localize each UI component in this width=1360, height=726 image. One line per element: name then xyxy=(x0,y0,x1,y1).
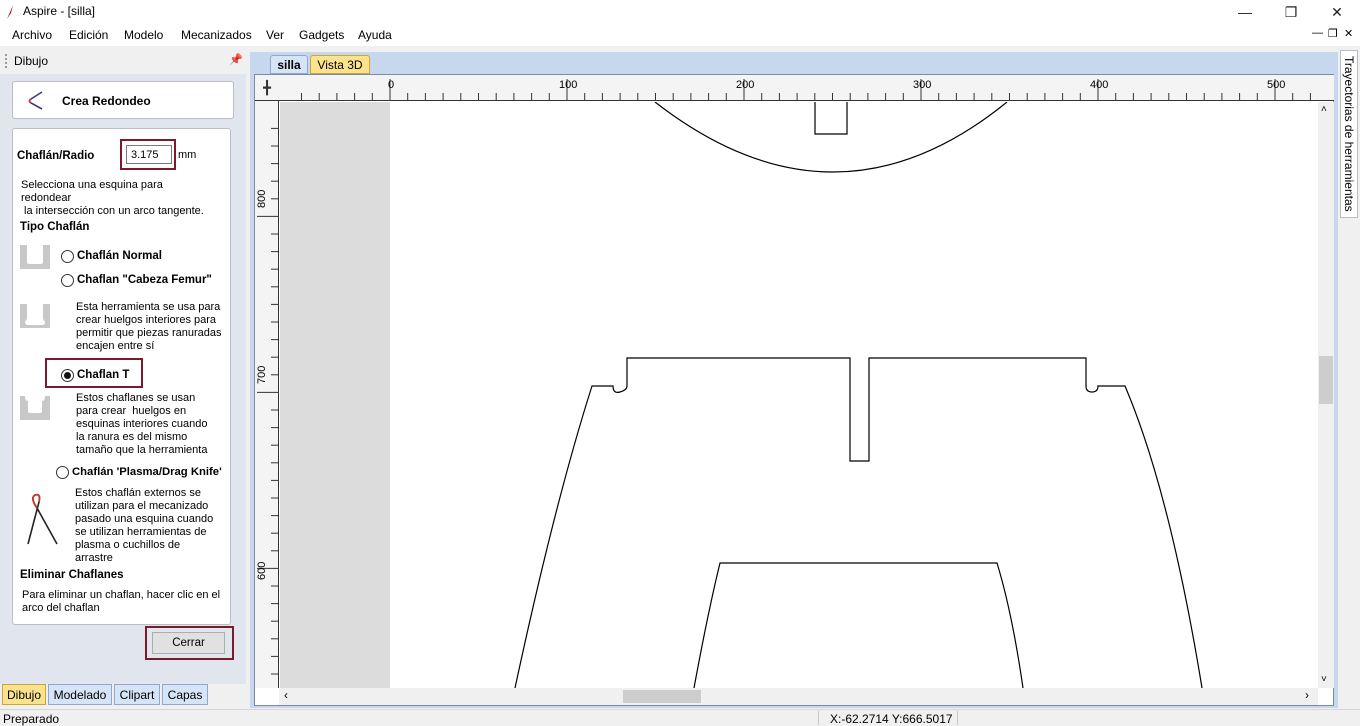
status-bar xyxy=(0,709,1360,726)
h-ruler-label-100: 100 xyxy=(559,79,578,91)
window-title: Aspire - [silla] xyxy=(23,4,96,18)
scroll-left-icon[interactable]: ‹ xyxy=(284,688,288,702)
toolpaths-side-tab-label[interactable]: Trayectorias de herramientas xyxy=(1342,56,1356,212)
maximize-button[interactable]: ❐ xyxy=(1268,0,1314,24)
tool-title: Crea Redondeo xyxy=(62,94,151,108)
option-femur-label[interactable]: Chaflan "Cabeza Femur" xyxy=(77,274,212,286)
remove-desc-2: arco del chaflan xyxy=(22,602,100,614)
t-desc-4: la ranura es del mismo xyxy=(76,431,188,443)
v-ruler-label-700: 700 xyxy=(256,365,268,384)
tab-clipart[interactable]: Clipart xyxy=(114,684,160,705)
tab-capas[interactable]: Capas xyxy=(162,684,208,705)
t-desc-3: esquinas interiores cuando xyxy=(76,418,208,430)
t-fillet-icon xyxy=(20,396,50,420)
radius-unit: mm xyxy=(178,149,197,161)
drawing-vectors[interactable] xyxy=(280,102,1318,688)
femur-fillet-icon xyxy=(20,304,50,328)
fillet-tool-icon xyxy=(28,91,43,110)
option-normal-radio[interactable] xyxy=(61,250,74,263)
mdi-minimize-button[interactable]: — xyxy=(1312,27,1323,39)
option-t-radio[interactable] xyxy=(61,369,74,382)
drag-knife-icon xyxy=(27,493,58,545)
menu-modelo[interactable]: Modelo xyxy=(124,28,163,42)
t-desc-2: para crear huelgos en xyxy=(76,405,187,417)
h-ruler-ticks xyxy=(301,79,1311,101)
t-desc-5: tamaño que la herramienta xyxy=(76,444,208,456)
radius-label: Chaflán/Radio xyxy=(17,150,95,162)
h-ruler-label-0: 0 xyxy=(388,79,395,91)
status-separator xyxy=(818,711,819,725)
tab-modelado[interactable]: Modelado xyxy=(48,684,112,705)
mdi-close-button[interactable]: ✕ xyxy=(1344,27,1353,40)
option-t-label[interactable]: Chaflan T xyxy=(77,369,129,381)
inner-cutout-vector xyxy=(693,562,1024,688)
femur-desc-2: crear huelgos interiores para xyxy=(76,314,217,326)
v-ruler-label-800: 800 xyxy=(256,189,268,208)
aspire-logo-icon xyxy=(7,5,13,19)
menu-ayuda[interactable]: Ayuda xyxy=(358,28,392,42)
v-ruler-label-600: 600 xyxy=(256,561,268,580)
plasma-desc-1: Estos chaflán externos se xyxy=(75,487,201,499)
grip-icon[interactable] xyxy=(5,54,7,68)
plasma-desc-5: plasma o cuchillos de xyxy=(75,539,181,551)
option-femur-radio[interactable] xyxy=(61,274,74,287)
instruction-line-3: la intersección con un arco tangente. xyxy=(21,205,204,217)
scroll-down-icon[interactable]: ˅ xyxy=(1321,674,1327,685)
option-plasma-radio[interactable] xyxy=(56,466,69,479)
scroll-up-icon[interactable]: ˄ xyxy=(1321,104,1327,115)
radius-input[interactable] xyxy=(126,145,172,164)
status-text: Preparado xyxy=(3,712,60,726)
menu-archivo[interactable]: Archivo xyxy=(12,28,52,42)
h-ruler-label-500: 500 xyxy=(1267,79,1286,91)
plasma-desc-4: se utilizan herramientas de xyxy=(75,526,207,538)
pin-icon[interactable]: 📌 xyxy=(229,53,243,66)
instruction-line-1: Selecciona una esquina para xyxy=(21,179,163,191)
type-heading: Tipo Chaflán xyxy=(20,221,90,233)
option-normal-label[interactable]: Chaflán Normal xyxy=(77,250,162,262)
horizontal-scrollbar[interactable] xyxy=(279,688,1318,705)
plasma-desc-6: arrastre xyxy=(75,552,113,564)
plasma-desc-3: pasado una esquina cuando xyxy=(75,513,214,525)
horizontal-scroll-thumb[interactable] xyxy=(623,690,701,703)
h-ruler-label-400: 400 xyxy=(1090,79,1109,91)
tab-vista-3d[interactable]: Vista 3D xyxy=(310,55,370,74)
femur-desc-4: encajen entre sí xyxy=(76,340,155,352)
t-desc-1: Estos chaflanes se usan xyxy=(76,392,196,404)
minimize-button[interactable]: — xyxy=(1222,0,1268,24)
ruler-origin-icon[interactable]: ╋ xyxy=(256,77,278,99)
remove-desc-1: Para eliminar un chaflan, hacer clic en … xyxy=(22,589,221,601)
menu-ver[interactable]: Ver xyxy=(266,28,284,42)
h-ruler-label-200: 200 xyxy=(736,79,755,91)
femur-desc-1: Esta herramienta se usa para xyxy=(76,301,221,313)
menu-gadgets[interactable]: Gadgets xyxy=(299,28,344,42)
top-slot-vector xyxy=(814,102,848,135)
tab-dibujo[interactable]: Dibujo xyxy=(2,684,46,705)
top-arc-vector xyxy=(654,102,1008,173)
scroll-right-icon[interactable]: › xyxy=(1305,688,1309,702)
normal-fillet-icon xyxy=(20,245,50,269)
instruction-line-2: redondear xyxy=(21,192,72,204)
status-separator xyxy=(957,711,958,725)
tab-silla[interactable]: silla xyxy=(270,55,308,74)
seat-outline-vector xyxy=(514,357,1203,688)
remove-heading: Eliminar Chaflanes xyxy=(20,569,124,581)
menu-edicion[interactable]: Edición xyxy=(69,28,108,42)
close-window-button[interactable]: ✕ xyxy=(1314,0,1360,24)
panel-title: Dibujo xyxy=(14,54,49,68)
cursor-coordinates: X:-62.2714 Y:666.5017 xyxy=(830,712,953,726)
menu-mecanizados[interactable]: Mecanizados xyxy=(181,28,252,42)
femur-desc-3: permitir que piezas ranuradas xyxy=(76,327,222,339)
title-bar xyxy=(0,0,1360,24)
vertical-scroll-thumb[interactable] xyxy=(1319,356,1333,404)
mdi-restore-button[interactable]: ❐ xyxy=(1328,27,1338,40)
plasma-desc-2: utilizan para el mecanizado xyxy=(75,500,209,512)
close-button[interactable]: Cerrar xyxy=(152,632,225,654)
h-ruler-label-300: 300 xyxy=(913,79,932,91)
option-plasma-label[interactable]: Chaflán 'Plasma/Drag Knife' xyxy=(72,466,222,478)
